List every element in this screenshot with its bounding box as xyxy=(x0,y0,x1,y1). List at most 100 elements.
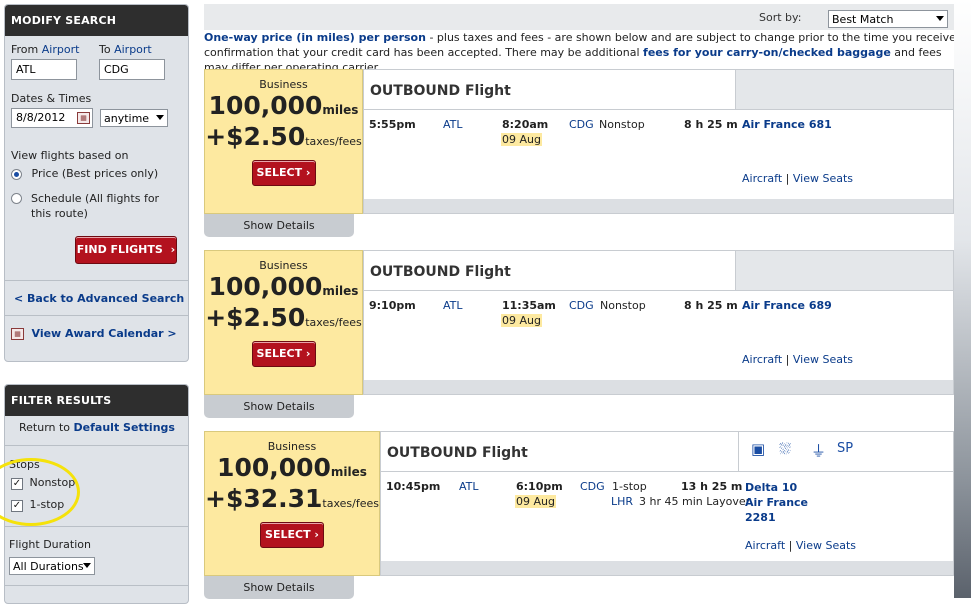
find-flights-button[interactable]: FIND FLIGHTS › xyxy=(75,236,177,264)
stops: 1-stop xyxy=(612,480,647,493)
baggage-fees-link[interactable]: fees for your carry-on/checked baggage xyxy=(643,46,891,59)
aircraft-link[interactable]: Aircraft xyxy=(742,172,782,185)
award-calendar-icon: ▦ xyxy=(11,328,24,340)
select-button[interactable]: SELECT › xyxy=(251,160,316,186)
divider xyxy=(5,445,188,446)
flight-number-link[interactable]: Air France 681 xyxy=(742,118,832,131)
schedule-radio[interactable] xyxy=(11,193,22,204)
arrive-date: 09 Aug xyxy=(501,314,542,327)
return-default-row: Return to Default Settings xyxy=(19,421,175,434)
time-value: anytime xyxy=(104,112,150,125)
tax-price: +$2.50taxes/fees xyxy=(205,122,362,151)
from-airport-link[interactable]: Airport xyxy=(42,43,80,56)
modify-search-title: MODIFY SEARCH xyxy=(5,5,188,36)
details-footer xyxy=(364,199,953,213)
depart-airport[interactable]: ATL xyxy=(443,118,463,131)
flight-header: OUTBOUND Flight xyxy=(364,70,953,110)
show-details-tab[interactable]: Show Details xyxy=(204,576,354,599)
back-to-advanced-search-link[interactable]: < Back to Advanced Search xyxy=(14,292,184,305)
select-button[interactable]: SELECT › xyxy=(251,341,316,367)
arrive-airport[interactable]: CDG xyxy=(580,480,605,493)
divider xyxy=(5,526,188,527)
calendar-icon[interactable]: ▦ xyxy=(77,112,90,124)
aircraft-seats-row: Aircraft | View Seats xyxy=(742,353,854,366)
award-calendar-row[interactable]: ▦ View Award Calendar > xyxy=(11,327,177,340)
dates-label: Dates & Times xyxy=(11,92,92,105)
lie-flat-bed-icon[interactable]: ⛆ xyxy=(779,440,791,458)
date-input[interactable]: 8/8/2012 ▦ xyxy=(11,108,93,128)
tax-price: +$32.31taxes/fees xyxy=(205,484,379,513)
price-radio[interactable] xyxy=(11,168,22,180)
view-seats-link[interactable]: View Seats xyxy=(793,353,853,366)
arrive-airport[interactable]: CDG xyxy=(569,299,594,312)
select-button[interactable]: SELECT › xyxy=(260,522,324,548)
duration-select[interactable]: All Durations xyxy=(9,557,95,575)
arrive-date: 09 Aug xyxy=(501,133,542,146)
duration: 8 h 25 m xyxy=(684,118,738,131)
price-box: Business 100,000miles +$32.31taxes/fees … xyxy=(204,431,380,576)
via-airport[interactable]: LHR xyxy=(611,495,633,508)
default-settings-link[interactable]: Default Settings xyxy=(74,421,175,434)
stops: Nonstop xyxy=(600,299,646,312)
sort-value: Best Match xyxy=(832,13,894,26)
details-footer xyxy=(364,380,953,394)
to-airport-link[interactable]: Airport xyxy=(114,43,152,56)
date-value: 8/8/2012 xyxy=(16,111,66,124)
flight-details: OUTBOUND Flight 5:55pm ATL 8:20am 09 Aug… xyxy=(363,69,954,214)
from-label: From xyxy=(11,43,39,56)
flight-details: OUTBOUND Flight 9:10pm ATL 11:35am 09 Au… xyxy=(363,250,954,395)
chevron-right-icon: › xyxy=(314,528,319,541)
depart-time: 10:45pm xyxy=(386,480,441,493)
schedule-radio-row[interactable]: Schedule (All flights for this route) xyxy=(11,191,181,221)
view-flights-label: View flights based on xyxy=(11,149,129,162)
chevron-down-icon xyxy=(936,16,944,21)
flight-header: OUTBOUND Flight xyxy=(364,251,953,291)
layover: 3 hr 45 min Layover xyxy=(639,495,751,508)
to-input[interactable]: CDG xyxy=(99,59,165,80)
sidebar: MODIFY SEARCH From Airport To Airport AT… xyxy=(4,4,189,604)
price-radio-label: Price (Best prices only) xyxy=(31,167,159,180)
power-outlet-icon[interactable]: ⏚ xyxy=(811,440,826,461)
flight-duration-label: Flight Duration xyxy=(9,538,91,551)
price-radio-row[interactable]: Price (Best prices only) xyxy=(11,167,181,180)
chevron-right-icon: › xyxy=(305,347,311,360)
duration: 8 h 25 m xyxy=(684,299,738,312)
view-seats-link[interactable]: View Seats xyxy=(796,539,856,552)
sp-amenity-label[interactable]: SP xyxy=(837,441,853,456)
outbound-title: OUTBOUND Flight xyxy=(370,264,511,280)
sort-bar: Sort by: Best Match xyxy=(204,4,954,30)
flight-number-link[interactable]: Delta 10 Air France 2281 xyxy=(745,480,808,525)
divider xyxy=(5,585,188,586)
aircraft-link[interactable]: Aircraft xyxy=(742,353,782,366)
notice-bold-1: One-way price (in miles) per person xyxy=(204,31,426,44)
depart-airport[interactable]: ATL xyxy=(443,299,463,312)
stops: Nonstop xyxy=(599,118,645,131)
view-award-calendar-link[interactable]: View Award Calendar > xyxy=(32,327,177,340)
divider xyxy=(5,280,188,281)
flight-details: OUTBOUND Flight ▣ ⛆ ⏚ SP 10:45pm ATL 6:1… xyxy=(380,431,954,576)
price-box: Business 100,000miles +$2.50taxes/fees S… xyxy=(204,250,363,395)
sort-select[interactable]: Best Match xyxy=(828,10,948,28)
time-select[interactable]: anytime xyxy=(100,109,168,127)
cabin-class: Business xyxy=(259,78,308,91)
from-input[interactable]: ATL xyxy=(11,59,77,80)
miles-price: 100,000miles xyxy=(208,91,359,120)
filter-results-title: FILTER RESULTS xyxy=(5,385,188,416)
to-label: To xyxy=(99,43,111,56)
flight-number-link[interactable]: Air France 689 xyxy=(742,299,832,312)
window-edge xyxy=(954,0,971,598)
amenities-box: ▣ ⛆ ⏚ SP xyxy=(738,432,953,471)
arrive-time: 6:10pm xyxy=(516,480,563,493)
show-details-tab[interactable]: Show Details xyxy=(204,395,354,418)
miles-price: 100,000miles xyxy=(208,272,359,301)
show-details-tab[interactable]: Show Details xyxy=(204,214,354,237)
outbound-title: OUTBOUND Flight xyxy=(370,83,511,99)
arrive-airport[interactable]: CDG xyxy=(569,118,594,131)
aircraft-link[interactable]: Aircraft xyxy=(745,539,785,552)
view-seats-link[interactable]: View Seats xyxy=(793,172,853,185)
depart-airport[interactable]: ATL xyxy=(459,480,479,493)
find-flights-label: FIND FLIGHTS xyxy=(76,243,163,256)
personal-video-icon[interactable]: ▣ xyxy=(751,440,765,458)
chevron-down-icon xyxy=(156,115,164,120)
divider xyxy=(5,315,188,316)
